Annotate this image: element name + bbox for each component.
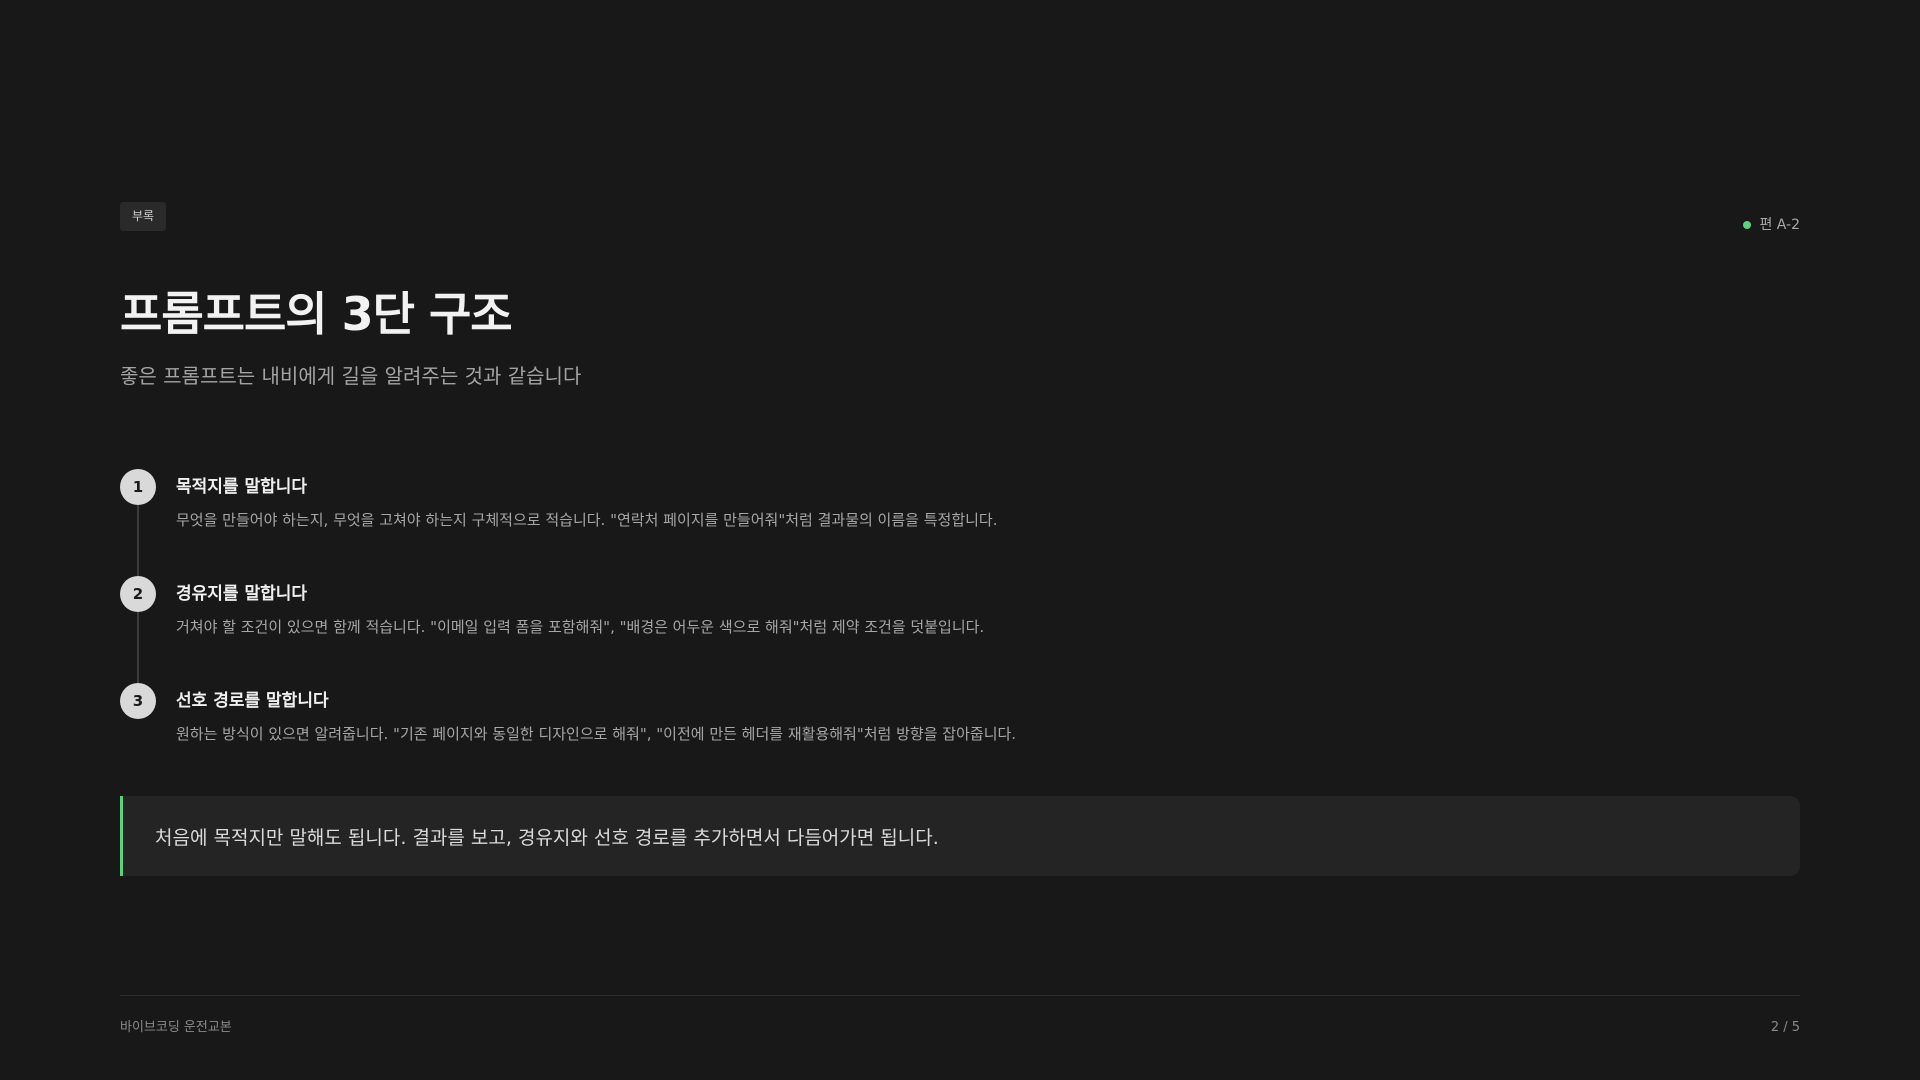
episode-indicator: 편 A-2 [1743, 214, 1800, 236]
step-heading: 선호 경로를 말합니다 [176, 691, 329, 711]
step-connector [137, 612, 139, 683]
step-number-badge: 1 [120, 469, 156, 505]
step-item: 3 선호 경로를 말합니다 원하는 방식이 있으면 알려줍니다. "기존 페이지… [120, 683, 1800, 763]
step-description: 원하는 방식이 있으면 알려줍니다. "기존 페이지와 동일한 디자인으로 해줘… [176, 725, 1017, 743]
step-heading: 목적지를 말합니다 [176, 477, 308, 497]
step-item: 2 경유지를 말합니다 거쳐야 할 조건이 있으면 함께 적습니다. "이메일 … [120, 576, 1800, 683]
step-item: 1 목적지를 말합니다 무엇을 만들어야 하는지, 무엇을 고쳐야 하는지 구체… [120, 469, 1800, 576]
page-subtitle: 좋은 프롬프트는 내비에게 길을 알려주는 것과 같습니다 [120, 364, 582, 388]
footer-book-title: 바이브코딩 운전교본 [120, 1020, 232, 1035]
step-number-badge: 3 [120, 683, 156, 719]
episode-label: 편 A-2 [1759, 217, 1800, 233]
section-tag: 부록 [120, 202, 167, 231]
step-heading: 경유지를 말합니다 [176, 584, 308, 604]
step-description: 무엇을 만들어야 하는지, 무엇을 고쳐야 하는지 구체적으로 적습니다. "연… [176, 511, 998, 529]
page-number: 2 / 5 [1770, 1020, 1800, 1035]
page-title: 프롬프트의 3단 구조 [120, 287, 513, 341]
tip-callout: 처음에 목적지만 말해도 됩니다. 결과를 보고, 경유지와 선호 경로를 추가… [120, 796, 1800, 876]
status-dot-icon [1743, 221, 1752, 229]
step-description: 거쳐야 할 조건이 있으면 함께 적습니다. "이메일 입력 폼을 포함해줘",… [176, 618, 985, 636]
slide: 부록 편 A-2 프롬프트의 3단 구조 좋은 프롬프트는 내비에게 길을 알려… [0, 0, 1920, 1080]
step-number-badge: 2 [120, 576, 156, 612]
steps-list: 1 목적지를 말합니다 무엇을 만들어야 하는지, 무엇을 고쳐야 하는지 구체… [120, 469, 1800, 763]
step-connector [137, 505, 139, 576]
footer-divider [120, 995, 1800, 996]
